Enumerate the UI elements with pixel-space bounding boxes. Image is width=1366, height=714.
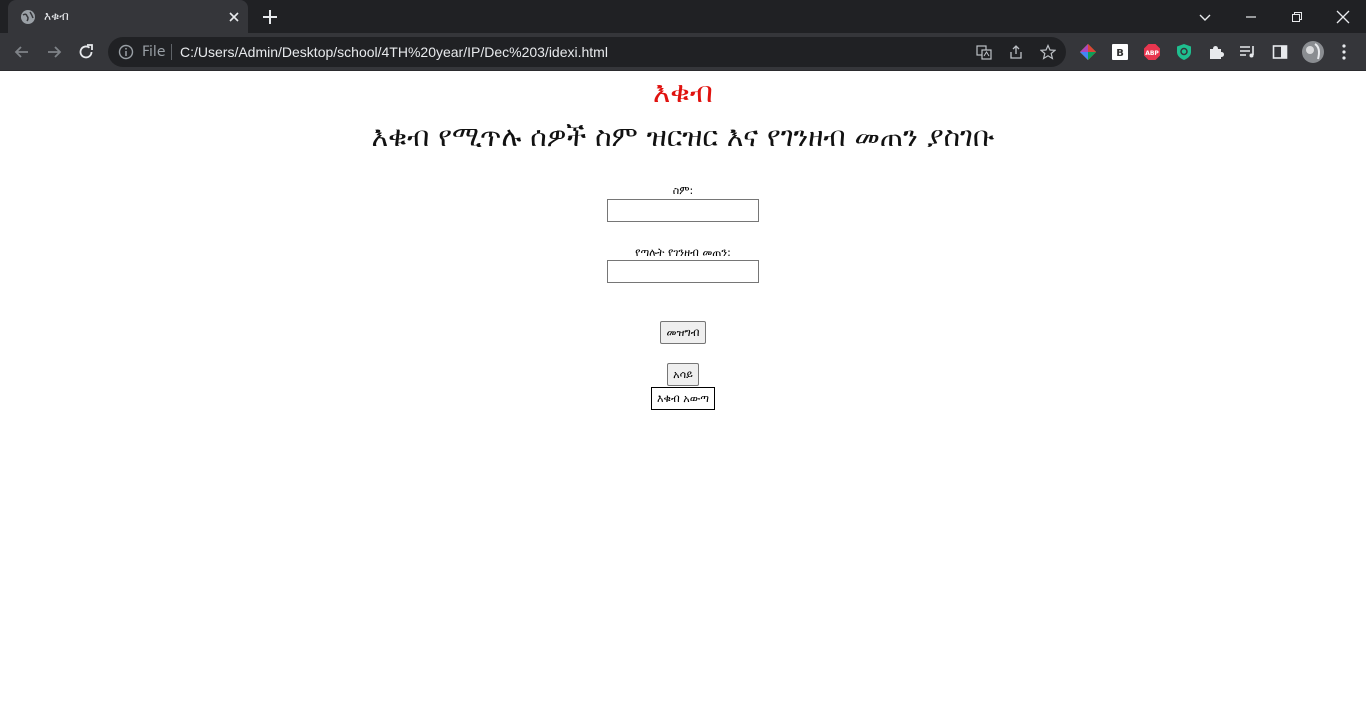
restore-icon <box>1292 11 1302 22</box>
url-text[interactable]: C:/Users/Admin/Desktop/school/4TH%20year… <box>180 44 608 60</box>
active-tab[interactable]: እቁብ <box>8 0 248 33</box>
tab-bar: እቁብ <box>0 0 1366 33</box>
file-scheme-label: File <box>142 44 166 60</box>
address-bar[interactable]: File C:/Users/Admin/Desktop/school/4TH%2… <box>108 37 1066 67</box>
page-content: እቁብ እቁብ የሚጥሉ ሰዎች ስም ዝርዝር እና የገንዘብ መጠን ያስ… <box>0 71 1366 714</box>
draw-output-box: እቁብ አውጣ <box>651 387 715 410</box>
forward-button[interactable] <box>42 40 66 64</box>
arrow-right-icon <box>48 46 62 58</box>
restore-button[interactable] <box>1274 0 1320 33</box>
adblock-icon[interactable]: ABP <box>1143 43 1161 61</box>
menu-kebab-icon[interactable] <box>1335 43 1353 61</box>
shield-extension-icon[interactable] <box>1175 43 1193 61</box>
globe-icon <box>21 10 35 24</box>
reload-icon <box>79 44 93 59</box>
close-icon <box>1336 10 1350 23</box>
b-extension-icon[interactable]: B <box>1111 43 1129 61</box>
minimize-icon <box>1246 15 1256 18</box>
back-button[interactable] <box>10 40 34 64</box>
translate-icon[interactable] <box>976 44 992 60</box>
chevron-down-icon <box>1199 14 1211 21</box>
minimize-button[interactable] <box>1228 0 1274 33</box>
close-tab-icon[interactable] <box>226 9 242 25</box>
tab-search-button[interactable] <box>1182 0 1228 33</box>
media-controls-icon[interactable] <box>1239 43 1257 61</box>
new-tab-icon[interactable] <box>260 7 280 27</box>
browser-toolbar: File C:/Users/Admin/Desktop/school/4TH%2… <box>0 33 1366 71</box>
close-window-button[interactable] <box>1320 0 1366 33</box>
page-subtitle: እቁብ የሚጥሉ ሰዎች ስም ዝርዝር እና የገንዘብ መጠን ያስገቡ <box>371 120 995 153</box>
star-icon[interactable] <box>1040 44 1056 60</box>
info-icon[interactable] <box>118 44 134 60</box>
svg-text:B: B <box>1116 48 1124 59</box>
profile-avatar[interactable] <box>1301 40 1325 64</box>
tab-title: እቁብ <box>44 9 69 23</box>
color-extension-icon[interactable] <box>1079 43 1097 61</box>
arrow-left-icon <box>14 46 28 58</box>
register-button[interactable]: መዝግብ <box>660 321 706 344</box>
side-panel-icon[interactable] <box>1271 43 1289 61</box>
name-input[interactable] <box>607 199 759 222</box>
omnibox-divider <box>171 44 172 60</box>
puzzle-extensions-icon[interactable] <box>1207 43 1225 61</box>
share-icon[interactable] <box>1008 44 1024 60</box>
amount-input[interactable] <box>607 260 759 283</box>
amount-label: የጣሉት የገንዘብ መጠን: <box>635 246 731 259</box>
page-title: እቁብ <box>653 75 713 109</box>
reload-button[interactable] <box>74 40 98 64</box>
svg-text:ABP: ABP <box>1145 50 1159 57</box>
name-label: ስም: <box>672 184 694 197</box>
show-button[interactable]: አሳይ <box>667 363 699 386</box>
